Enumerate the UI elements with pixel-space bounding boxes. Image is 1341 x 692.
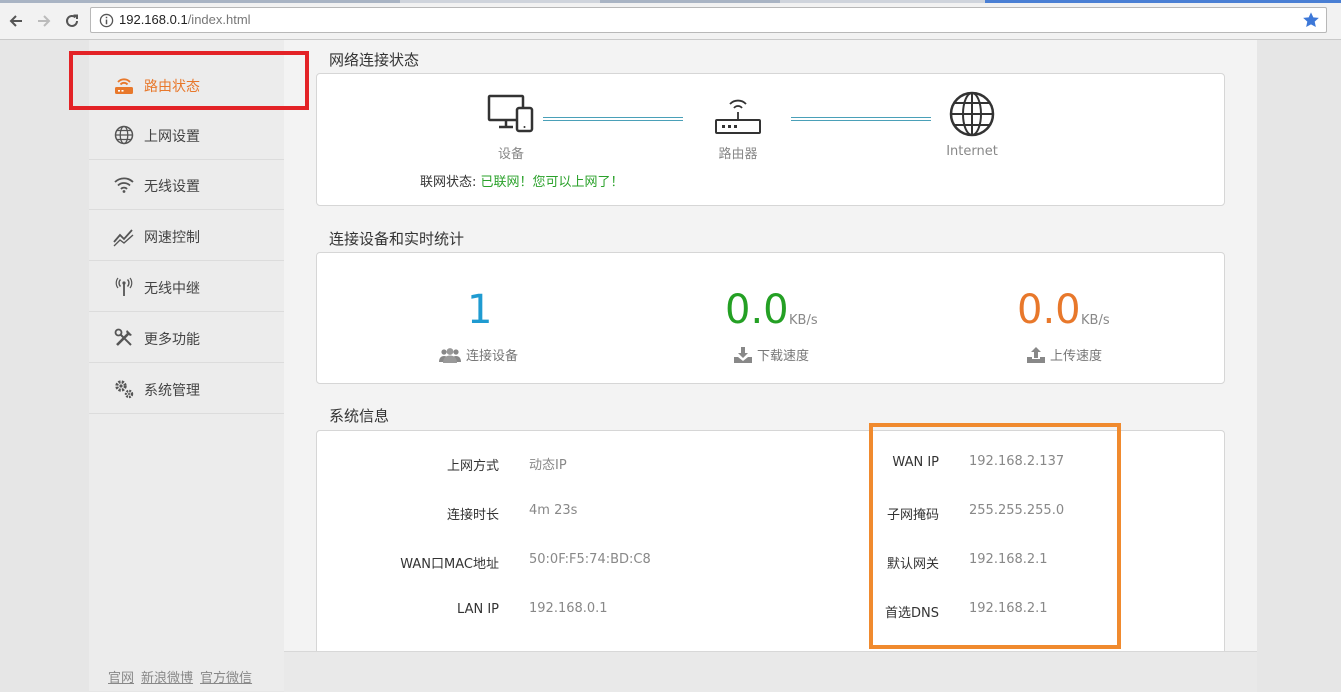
bottom-bar <box>284 651 1257 692</box>
device-label: 设备 <box>497 147 524 162</box>
upload-speed-caption: 上传速度 <box>1027 345 1102 364</box>
upload-icon <box>1027 347 1045 363</box>
lan-ip-value: 192.168.0.1 <box>529 601 608 616</box>
wifi-icon <box>114 177 134 193</box>
access-mode-value: 动态IP <box>529 458 567 473</box>
wan-mac-label: WAN口MAC地址 <box>400 557 499 572</box>
upload-speed-value: 0.0 <box>1017 287 1081 333</box>
arrow-right-icon <box>38 15 51 27</box>
sidebar-item-label: 无线设置 <box>144 179 200 195</box>
download-speed-value: 0.0 <box>725 287 789 333</box>
internet-label: Internet <box>946 144 998 159</box>
sidebar-item-internet-settings[interactable]: 上网设置 <box>89 110 284 160</box>
router-icon <box>715 99 761 134</box>
forward-button[interactable] <box>33 10 55 32</box>
sidebar-item-wireless-settings[interactable]: 无线设置 <box>89 160 284 210</box>
address-url: 192.168.0.1/index.html <box>119 12 251 27</box>
reload-button[interactable] <box>61 10 83 32</box>
back-button[interactable] <box>5 10 27 32</box>
arrow-left-icon <box>9 15 22 27</box>
star-icon[interactable] <box>1302 11 1320 29</box>
connection-status-value: 已联网！您可以上网了！ <box>480 175 624 190</box>
users-icon <box>439 348 461 363</box>
access-mode-label: 上网方式 <box>446 459 499 474</box>
device-router-link-line <box>543 117 683 121</box>
globe-icon <box>949 91 995 137</box>
reload-icon <box>66 14 78 27</box>
connected-devices-caption: 连接设备 <box>439 345 518 364</box>
connection-status-label: 联网状态: <box>420 175 477 190</box>
router-node: 路由器 <box>703 94 773 162</box>
devices-icon <box>487 94 534 133</box>
download-speed-caption: 下载速度 <box>734 345 809 364</box>
wechat-link[interactable]: 官方微信 <box>200 671 252 686</box>
sidebar-item-more-functions[interactable]: 更多功能 <box>89 313 284 363</box>
official-site-link[interactable]: 官网 <box>108 671 134 686</box>
connection-status: 联网状态: 已联网！您可以上网了！ <box>420 171 624 190</box>
router-label: 路由器 <box>718 147 758 162</box>
browser-toolbar: 192.168.0.1/index.html <box>0 3 1341 40</box>
tools-icon <box>114 328 132 346</box>
uptime-value: 4m 23s <box>529 503 578 518</box>
sidebar: 路由状态 上网设置 无线设置 网速控制 无线中继 更多功能 系统管理 官网 新浪… <box>89 40 284 691</box>
annotation-highlight-router-status <box>69 51 309 110</box>
sidebar-item-label: 上网设置 <box>144 129 200 145</box>
weibo-link[interactable]: 新浪微博 <box>141 671 193 686</box>
antenna-icon <box>115 277 133 296</box>
lan-ip-label: LAN IP <box>457 602 499 617</box>
sidebar-item-wireless-repeater[interactable]: 无线中继 <box>89 262 284 312</box>
uptime-label: 连接时长 <box>446 508 499 523</box>
wan-mac-value: 50:0F:F5:74:BD:C8 <box>529 552 651 567</box>
sidebar-item-speed-control[interactable]: 网速控制 <box>89 211 284 261</box>
device-node: 设备 <box>477 94 545 162</box>
upload-speed-unit: KB/s <box>1081 313 1110 328</box>
stats-panel: 1 连接设备 0.0 KB/s 下载速度 0.0 KB/s 上传速度 <box>316 252 1225 384</box>
sidebar-item-label: 网速控制 <box>144 230 200 246</box>
network-status-panel: 设备 路由器 Internet 联网状态: 已联网！您可以上网了！ <box>316 73 1225 206</box>
connected-devices-count: 1 <box>467 287 493 333</box>
download-icon <box>734 347 752 363</box>
internet-node: Internet <box>937 90 1007 159</box>
info-icon <box>99 13 114 28</box>
gears-icon <box>115 380 134 399</box>
network-status-title: 网络连接状态 <box>329 51 420 69</box>
router-internet-link-line <box>791 117 931 121</box>
sidebar-item-label: 更多功能 <box>144 332 200 348</box>
sidebar-item-label: 系统管理 <box>144 383 200 399</box>
stats-title: 连接设备和实时统计 <box>329 230 465 248</box>
sidebar-item-label: 无线中继 <box>144 281 200 297</box>
sidebar-footer: 官网 新浪微博 官方微信 <box>108 667 259 686</box>
sysinfo-title: 系统信息 <box>329 407 390 425</box>
speed-chart-icon <box>113 229 134 247</box>
address-bar[interactable]: 192.168.0.1/index.html <box>90 7 1327 33</box>
annotation-highlight-wan-info <box>869 423 1121 649</box>
download-speed-unit: KB/s <box>789 313 818 328</box>
globe-icon <box>114 125 134 145</box>
sidebar-item-system-management[interactable]: 系统管理 <box>89 364 284 414</box>
